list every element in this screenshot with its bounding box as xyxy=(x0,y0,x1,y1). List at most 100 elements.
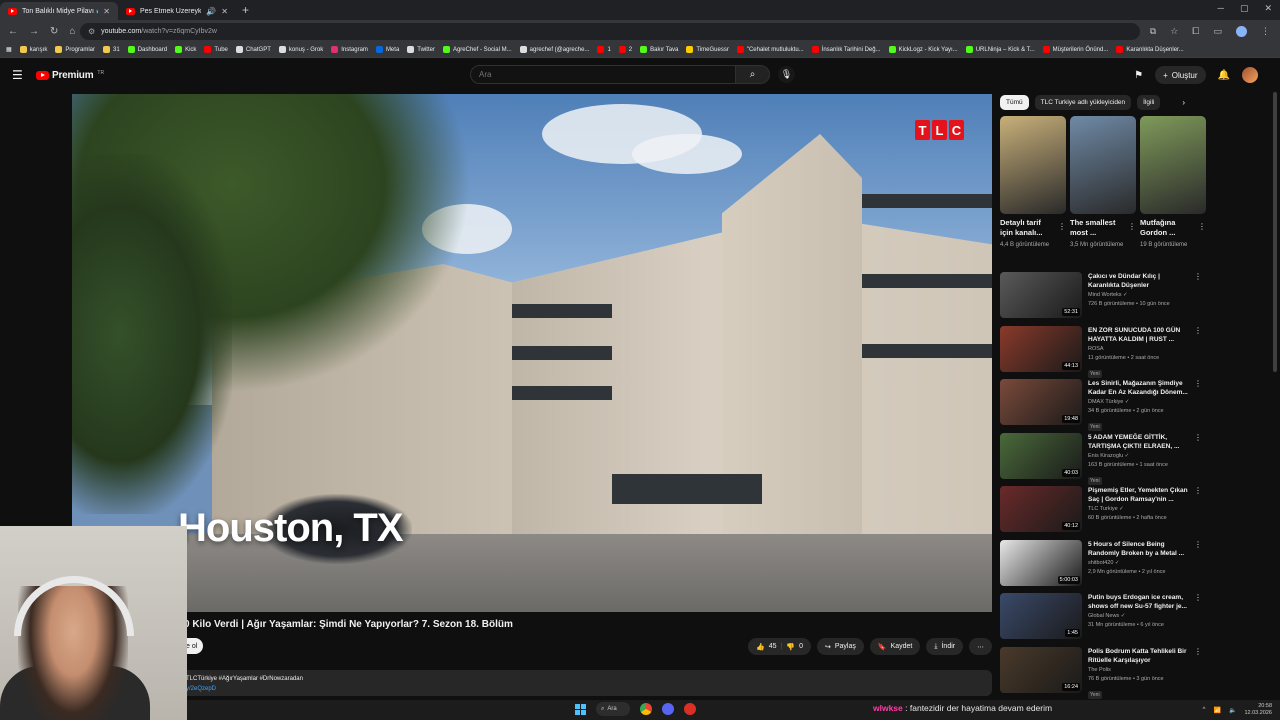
recommended-video[interactable]: 5:00:03 5 Hours of Silence Being Randomly… xyxy=(1000,539,1204,594)
notifications-bell-icon[interactable]: 🔔 xyxy=(1218,70,1230,81)
browser-tab-2[interactable]: Pes Etmek Üzereyken 110 K 🔊 ✕ xyxy=(118,2,236,20)
short-thumbnail[interactable] xyxy=(1140,116,1206,214)
taskbar-search[interactable]: ⌕ Ara xyxy=(596,702,630,716)
browser-tab-1[interactable]: Ton Balıklı Midye Pilavı 🐟 - Yo ✕ xyxy=(0,2,118,20)
bookmark-item[interactable]: 31 xyxy=(103,46,120,53)
bookmark-item[interactable]: 1 xyxy=(597,46,611,53)
close-tab-icon[interactable]: ✕ xyxy=(103,7,110,16)
bookmark-item[interactable]: Bakır Tava xyxy=(640,46,678,53)
bookmark-item[interactable]: Tube xyxy=(204,46,228,53)
filter-chip[interactable]: TLC Turkiye adlı yükleyiciden xyxy=(1034,95,1132,110)
recommended-video[interactable]: 52:31 Çakıcı ve Dündar Kılıç | Karanlıkta… xyxy=(1000,272,1204,326)
bookmark-item[interactable]: "Cehalet mutluluktu... xyxy=(736,46,804,53)
more-vertical-icon[interactable]: ⋮ xyxy=(1194,379,1202,388)
site-info-icon[interactable]: ⚙ xyxy=(88,27,95,36)
create-button[interactable]: + Oluştur xyxy=(1155,66,1206,84)
channel-name[interactable]: shitbot420 ✓ xyxy=(1088,560,1192,567)
chevron-right-icon[interactable]: › xyxy=(1182,98,1185,107)
more-vertical-icon[interactable]: ⋮ xyxy=(1058,222,1066,231)
app-icon[interactable] xyxy=(684,703,696,715)
bookmark-item[interactable]: Twitter xyxy=(407,46,435,53)
apps-grid-icon[interactable]: ▦ xyxy=(6,46,12,53)
windows-start-icon[interactable] xyxy=(575,703,586,715)
chrome-icon[interactable] xyxy=(640,703,652,715)
profile-avatar[interactable] xyxy=(1236,25,1247,37)
short-thumbnail[interactable] xyxy=(1070,116,1136,214)
channel-name[interactable]: Enis Kirazoglu ✓ xyxy=(1088,453,1192,460)
cast-icon[interactable]: ⚑ xyxy=(1134,70,1143,81)
bookmark-item[interactable]: Karanlıkta Düşenler... xyxy=(1116,46,1184,53)
short-card[interactable]: Mutfağına Gordon ... 19 B görüntüleme ⋮ xyxy=(1140,116,1206,250)
video-title[interactable]: 5 Hours of Silence Being Randomly Broken… xyxy=(1088,540,1192,558)
share-button[interactable]: ↪ Paylaş xyxy=(816,638,864,655)
bookmark-item[interactable]: ChatGPT xyxy=(235,46,271,53)
omnibox[interactable]: ⚙ youtube.com/watch?v=z6qmCyIbv2w xyxy=(80,22,1140,40)
more-vertical-icon[interactable]: ⋮ xyxy=(1194,433,1202,442)
short-card[interactable]: The smallest most ... 3,5 Mn görüntüleme ⋮ xyxy=(1070,116,1136,250)
channel-name[interactable]: TLC Turkiye ✓ xyxy=(1088,506,1192,513)
home-icon[interactable]: ⌂ xyxy=(69,26,75,37)
channel-name[interactable]: Global News ✓ xyxy=(1088,613,1192,620)
discord-icon[interactable] xyxy=(662,703,674,715)
back-icon[interactable]: ← xyxy=(8,26,18,37)
video-thumbnail[interactable]: 5:00:03 xyxy=(1000,539,1082,586)
more-vertical-icon[interactable]: ⋮ xyxy=(1194,326,1202,335)
search-button[interactable]: ⌕ xyxy=(736,65,770,84)
close-window-icon[interactable]: ✕ xyxy=(1264,3,1272,14)
recommended-video[interactable]: 19:48 Les Sinirli, Mağazanın Şimdiye Kada… xyxy=(1000,379,1204,433)
bookmark-item[interactable]: Instagram xyxy=(331,46,368,53)
video-title[interactable]: Pişmemiş Etler, Yemekten Çıkan Saç | Gor… xyxy=(1088,486,1192,504)
video-thumbnail[interactable]: 19:48 xyxy=(1000,379,1082,425)
bookmark-item[interactable]: Müşterilerin Önünd... xyxy=(1042,46,1108,53)
bookmark-item[interactable]: Meta xyxy=(375,46,399,53)
more-menu-icon[interactable]: ⋮ xyxy=(1261,26,1270,37)
more-vertical-icon[interactable]: ⋮ xyxy=(1194,540,1202,549)
video-player[interactable]: TLC Houston, TX xyxy=(72,94,992,612)
description-link[interactable]: y/2eQzepD xyxy=(186,684,986,694)
bookmark-item[interactable]: AgreChef - Social M... xyxy=(442,46,512,53)
speaker-icon[interactable]: 🔊 xyxy=(206,7,216,16)
video-thumbnail[interactable]: 52:31 xyxy=(1000,272,1082,318)
recommended-video[interactable]: 40:12 Pişmemiş Etler, Yemekten Çıkan Saç … xyxy=(1000,486,1204,540)
maximize-icon[interactable]: ▢ xyxy=(1240,3,1249,14)
tray-chevron-icon[interactable]: ^ xyxy=(1203,707,1206,713)
recommended-video[interactable]: 40:03 5 ADAM YEMEĞE GİTTİK, TARTIŞMA ÇIKT… xyxy=(1000,432,1204,487)
bookmark-star-icon[interactable]: ☆ xyxy=(1170,26,1178,37)
bookmark-item[interactable]: İnsanlık Tarihini Değ... xyxy=(811,46,881,53)
page-scrollbar[interactable] xyxy=(1273,92,1277,372)
bookmark-item[interactable]: URLNinja – Kick & T... xyxy=(965,46,1035,53)
bookmark-item[interactable]: konuş - Grok xyxy=(278,46,323,53)
filter-chip[interactable]: Tümü xyxy=(1000,95,1029,110)
video-thumbnail[interactable]: 1:45 xyxy=(1000,593,1082,639)
video-thumbnail[interactable]: 44:13 xyxy=(1000,325,1082,372)
minimize-icon[interactable]: ─ xyxy=(1218,3,1224,14)
hamburger-menu-icon[interactable]: ☰ xyxy=(12,68,24,82)
bookmark-item[interactable]: Kick xyxy=(175,46,196,53)
extensions-icon[interactable]: ⧠ xyxy=(1192,26,1199,37)
more-vertical-icon[interactable]: ⋮ xyxy=(1194,486,1202,495)
video-title[interactable]: Les Sinirli, Mağazanın Şimdiye Kadar En … xyxy=(1088,379,1192,397)
bookmark-item[interactable]: Programlar xyxy=(55,46,95,53)
short-card[interactable]: Detaylı tarif için kanalı... 4,4 B görünt… xyxy=(1000,116,1066,250)
close-tab-icon[interactable]: ✕ xyxy=(221,7,228,16)
more-vertical-icon[interactable]: ⋮ xyxy=(1194,593,1202,602)
channel-name[interactable]: Mind Worteks ✓ xyxy=(1088,292,1192,299)
video-thumbnail[interactable]: 40:03 xyxy=(1000,432,1082,479)
bookmark-item[interactable]: KickLogz - Kick Yayı... xyxy=(888,46,958,53)
channel-name[interactable]: DMAX Türkiye ✓ xyxy=(1088,399,1192,406)
forward-icon[interactable]: → xyxy=(29,26,39,37)
clock[interactable]: 20:58 12.03.2026 xyxy=(1244,703,1272,717)
bookmark-item[interactable]: Dashboard xyxy=(127,46,167,53)
bookmark-item[interactable]: karışık xyxy=(19,46,47,53)
cast-icon[interactable]: ⧉ xyxy=(1150,26,1156,37)
more-vertical-icon[interactable]: ⋮ xyxy=(1198,222,1206,231)
more-vertical-icon[interactable]: ⋮ xyxy=(1194,272,1202,281)
video-thumbnail[interactable]: 16:24 xyxy=(1000,646,1082,693)
download-button[interactable]: ⤓ İndir xyxy=(926,638,964,655)
description-box[interactable]: TLCTürkiye #AğırYaşamlar #DrNowzaradan y… xyxy=(180,670,992,696)
voice-search-button[interactable]: 🎙 xyxy=(778,66,795,83)
bookmark-item[interactable]: agrechef (@agreche... xyxy=(519,46,589,53)
sidebar-icon[interactable]: ▭ xyxy=(1213,26,1222,37)
short-thumbnail[interactable] xyxy=(1000,116,1066,214)
save-button[interactable]: 🔖 Kaydet xyxy=(869,638,921,655)
